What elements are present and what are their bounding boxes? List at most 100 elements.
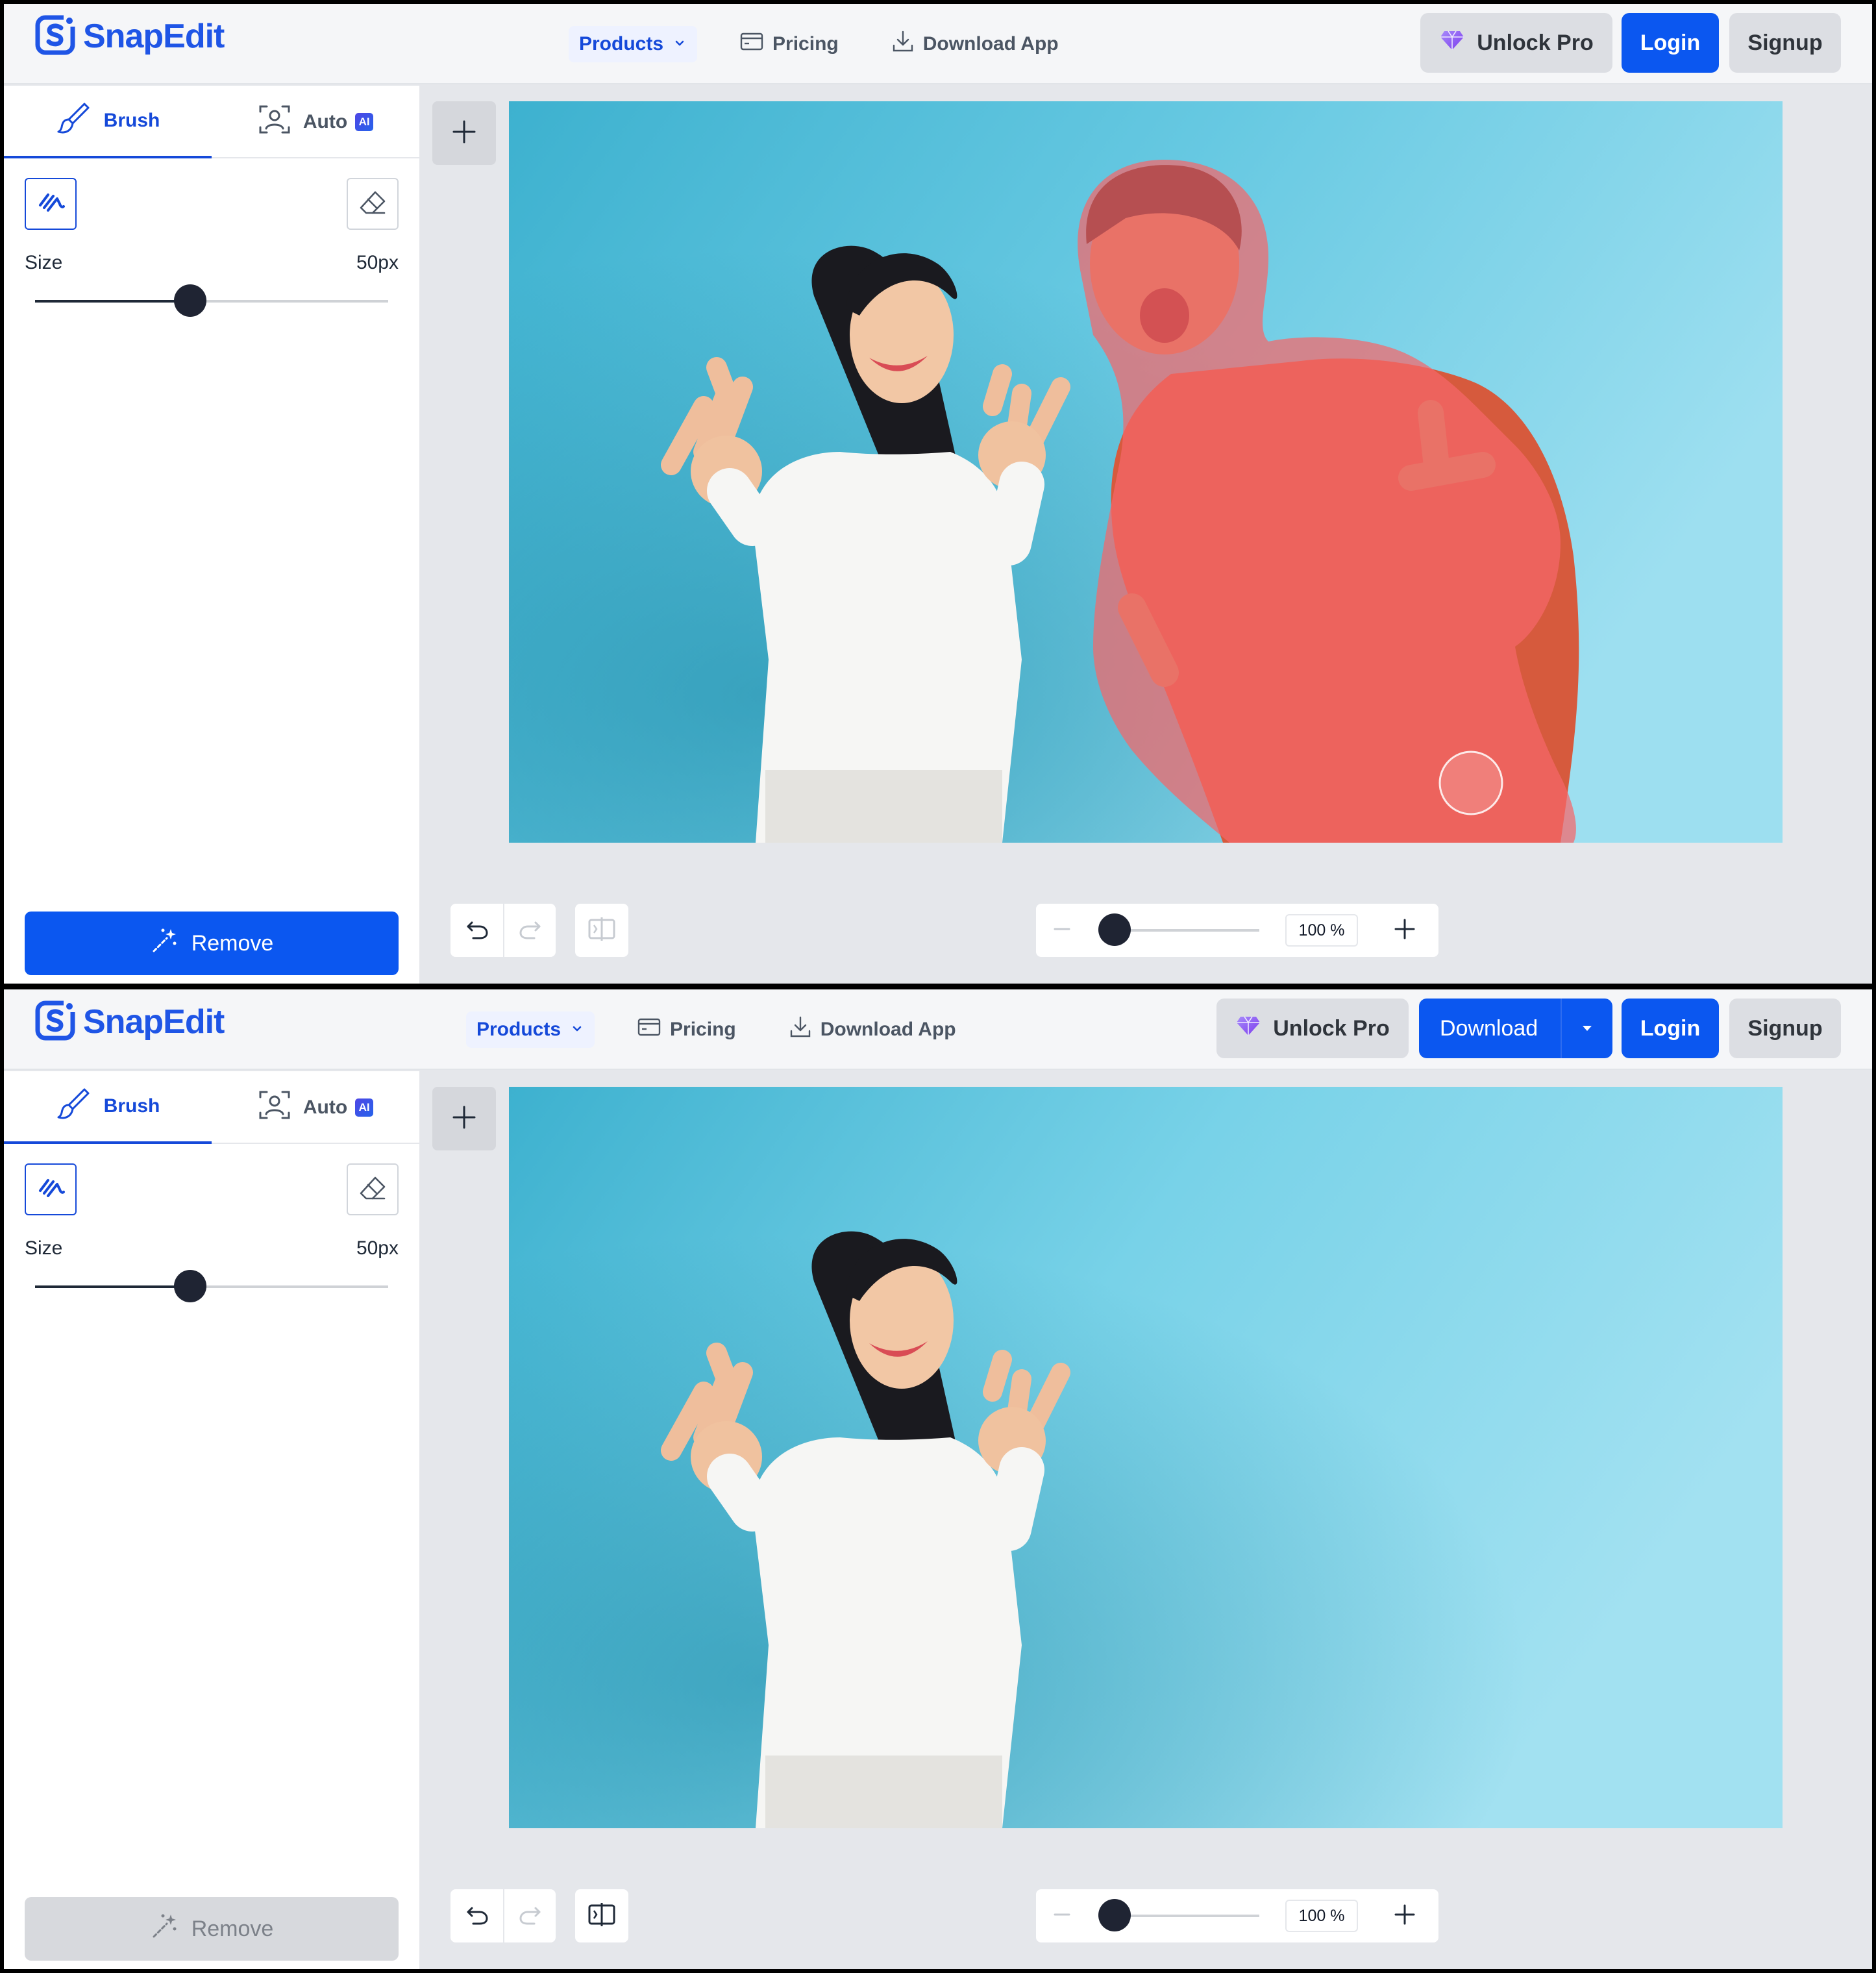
download-button[interactable]: Download	[1419, 999, 1612, 1058]
zoom-slider[interactable]	[1098, 913, 1259, 946]
eraser-tool-button[interactable]	[347, 178, 399, 230]
remove-label: Remove	[191, 1916, 274, 1941]
add-image-button[interactable]	[432, 101, 496, 165]
unlock-pro-button[interactable]: Unlock Pro	[1216, 999, 1409, 1058]
brush-tab-icon	[56, 1086, 92, 1127]
logo[interactable]: SnapEdit	[35, 1000, 225, 1044]
image-canvas[interactable]	[509, 1087, 1783, 1828]
undo-icon	[464, 916, 490, 945]
diamond-icon	[1439, 29, 1465, 57]
eraser-icon	[358, 1174, 387, 1206]
unlock-pro-label: Unlock Pro	[1477, 30, 1594, 55]
brush-size-slider-fill	[35, 1285, 191, 1288]
brush-size-slider-fill	[35, 300, 191, 303]
size-label: Size	[25, 252, 63, 273]
zoom-slider[interactable]	[1098, 1899, 1259, 1931]
tab-auto[interactable]: Auto AI	[212, 1071, 419, 1144]
plus-icon	[1394, 1904, 1416, 1929]
add-image-button[interactable]	[432, 1087, 496, 1150]
remove-label: Remove	[191, 930, 274, 956]
nav-products[interactable]: Products	[569, 26, 698, 62]
zoom-value: 100 %	[1285, 914, 1358, 947]
tab-brush[interactable]: Brush	[4, 86, 212, 158]
brush-size-slider-thumb[interactable]	[174, 1270, 207, 1302]
nav-products[interactable]: Products	[466, 1011, 595, 1048]
login-button[interactable]: Login	[1622, 999, 1719, 1058]
zoom-controls: 100 %	[1036, 904, 1438, 957]
magic-wand-icon	[150, 926, 179, 961]
zoom-in-button[interactable]	[1392, 1903, 1418, 1929]
caret-down-icon	[1579, 1016, 1595, 1041]
auto-select-icon	[258, 1088, 291, 1127]
top-navigation-bar: SnapEdit Products Pricing Download App U…	[4, 989, 1872, 1070]
nav-download-app[interactable]: Download App	[882, 26, 1069, 62]
plus-icon	[451, 1104, 477, 1134]
remove-button[interactable]: Remove	[25, 912, 399, 975]
download-options-toggle[interactable]	[1561, 999, 1612, 1058]
undo-button[interactable]	[450, 1889, 503, 1942]
redo-icon	[517, 916, 543, 945]
size-value: 50px	[356, 252, 399, 273]
history-controls	[450, 904, 556, 957]
tab-brush[interactable]: Brush	[4, 1071, 212, 1144]
snapedit-logo-icon	[35, 14, 75, 58]
tool-sidebar: Brush Auto AI Size 50px Remove	[4, 86, 419, 984]
nav-pricing-label: Pricing	[772, 33, 839, 55]
tool-sidebar: Brush Auto AI Size 50px Remove	[4, 1071, 419, 1969]
compare-button[interactable]	[575, 1889, 628, 1942]
zoom-slider-thumb[interactable]	[1098, 1899, 1131, 1931]
signup-label: Signup	[1747, 30, 1823, 55]
mode-tabs: Brush Auto AI	[4, 1071, 419, 1144]
plus-icon	[451, 119, 477, 148]
undo-button[interactable]	[450, 904, 503, 957]
login-button[interactable]: Login	[1622, 13, 1719, 73]
pricing-card-icon	[740, 32, 763, 56]
download-icon	[789, 1015, 811, 1044]
nav-download-app[interactable]: Download App	[779, 1011, 967, 1048]
nav-products-label: Products	[579, 33, 664, 55]
unlock-pro-button[interactable]: Unlock Pro	[1420, 13, 1612, 73]
minus-icon	[1052, 1905, 1072, 1928]
zoom-controls: 100 %	[1036, 1889, 1438, 1942]
canvas-area: 100 %	[419, 1071, 1872, 1969]
nav-pricing[interactable]: Pricing	[730, 26, 849, 62]
nav-pricing[interactable]: Pricing	[627, 1011, 747, 1048]
chevron-down-icon	[570, 1019, 584, 1041]
redo-button[interactable]	[503, 1889, 556, 1942]
download-label: Download	[1440, 1015, 1538, 1041]
signup-button[interactable]: Signup	[1729, 999, 1841, 1058]
brush-size-slider[interactable]	[35, 1270, 388, 1302]
tab-auto-label: Auto	[302, 1097, 348, 1118]
zoom-in-button[interactable]	[1392, 917, 1418, 943]
brush-size-slider[interactable]	[35, 284, 388, 317]
history-controls	[450, 1889, 556, 1942]
ai-badge: AI	[355, 1098, 374, 1117]
unlock-pro-label: Unlock Pro	[1273, 1015, 1390, 1041]
signup-button[interactable]: Signup	[1729, 13, 1841, 73]
zoom-value: 100 %	[1285, 1900, 1358, 1932]
logo[interactable]: SnapEdit	[35, 14, 225, 58]
auto-select-icon	[258, 103, 291, 142]
tab-auto[interactable]: Auto AI	[212, 86, 419, 158]
brush-tool-icon	[36, 1174, 65, 1206]
eraser-tool-button[interactable]	[347, 1163, 399, 1215]
download-icon	[892, 30, 914, 58]
snapedit-logo-icon	[35, 1000, 75, 1044]
top-navigation-bar: SnapEdit Products Pricing Download App U…	[4, 4, 1872, 84]
zoom-out-button[interactable]	[1049, 917, 1075, 943]
nav-download-app-label: Download App	[820, 1019, 956, 1040]
brush-tab-icon	[56, 100, 92, 142]
brush-tool-button[interactable]	[25, 178, 77, 230]
zoom-slider-thumb[interactable]	[1098, 913, 1131, 946]
image-canvas[interactable]	[509, 101, 1783, 843]
brush-cursor	[1438, 751, 1503, 815]
nav-download-app-label: Download App	[922, 33, 1059, 55]
login-label: Login	[1640, 1015, 1701, 1041]
mode-tabs: Brush Auto AI	[4, 86, 419, 158]
brush-tool-button[interactable]	[25, 1163, 77, 1215]
zoom-out-button[interactable]	[1049, 1903, 1075, 1929]
redo-button[interactable]	[503, 904, 556, 957]
compare-button[interactable]	[575, 904, 628, 957]
brush-size-slider-thumb[interactable]	[174, 284, 207, 317]
diamond-icon	[1235, 1015, 1261, 1043]
